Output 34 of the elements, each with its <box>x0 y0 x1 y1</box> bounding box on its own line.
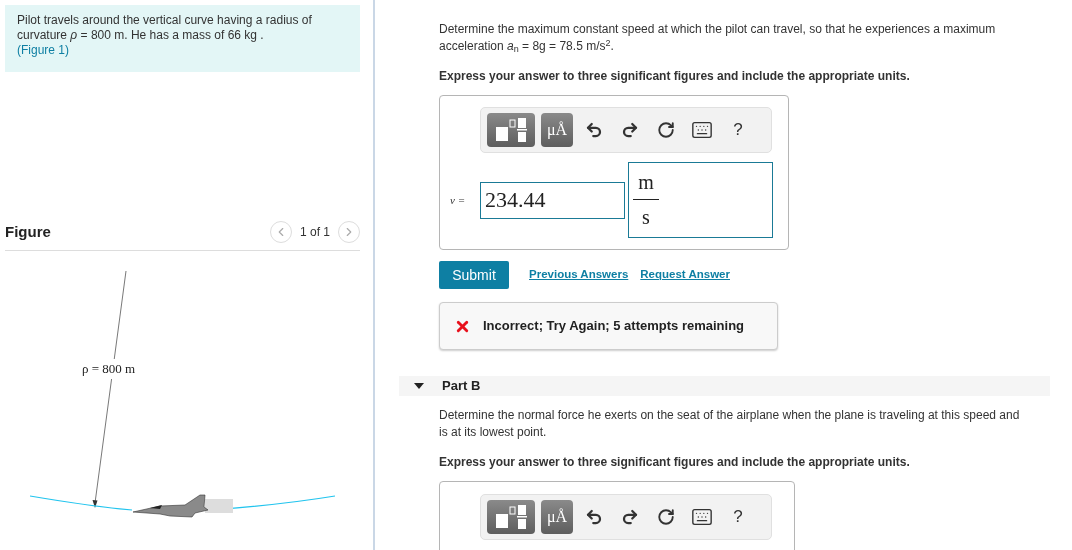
question-text: Determine the normal force he exerts on the seat of the airplane when the plane is traveling at this speed and is at its lowest point. <box>439 406 1021 441</box>
answer-field[interactable]: 234.44 <box>480 181 625 219</box>
templates-button[interactable] <box>487 113 535 147</box>
units-button[interactable]: μÅ <box>541 499 573 534</box>
units-button[interactable]: μÅ <box>541 113 573 147</box>
redo-icon <box>621 507 639 526</box>
figure-pager: 1 of 1 <box>299 224 330 241</box>
figure-link[interactable]: (Figure 1) <box>17 43 69 57</box>
instruction-text: Express your answer to three significant figures and include the appropriate units. <box>439 453 911 471</box>
instruction-text: Express your answer to three significant figures and include the appropriate units. <box>439 68 911 85</box>
help-button[interactable]: ? <box>723 501 753 532</box>
undo-icon <box>585 507 603 526</box>
answer-link[interactable]: Request Answer <box>640 266 730 284</box>
question-text: Determine the maximum constant speed at which the pilot can travel, so that he experiences a maximum acceleration a$_{n}$ = 8g = 78.5 m/s$^{2}$. <box>439 21 997 55</box>
templates-button[interactable] <box>487 499 535 534</box>
template-icon <box>494 117 528 143</box>
variable-label: v = <box>450 192 467 208</box>
answer-link[interactable]: Previous Answers <box>529 266 629 284</box>
submit-button[interactable]: Submit <box>439 261 509 289</box>
unit-numerator: m <box>637 170 655 195</box>
part-b-header[interactable]: Part B <box>399 376 1050 396</box>
feedback-text: Incorrect; Try Again; 5 attempts remaining <box>483 317 745 336</box>
reset-icon <box>657 507 675 526</box>
keyboard-icon <box>691 119 713 141</box>
radius-label: ρ = 800 m <box>82 359 136 379</box>
problem-text: Pilot travels around the vertical curve having a radius of curvature ρ = 800 m. He has a mass of 66 kg . <box>17 13 312 42</box>
unit-denominator: s <box>641 205 651 230</box>
redo-icon <box>621 121 639 139</box>
reset-icon <box>657 121 675 139</box>
undo-icon <box>585 121 603 139</box>
help-button[interactable]: ? <box>723 115 753 145</box>
figure-title: Figure <box>5 222 51 242</box>
units-field[interactable]: m s <box>628 162 773 238</box>
template-icon <box>494 503 528 530</box>
